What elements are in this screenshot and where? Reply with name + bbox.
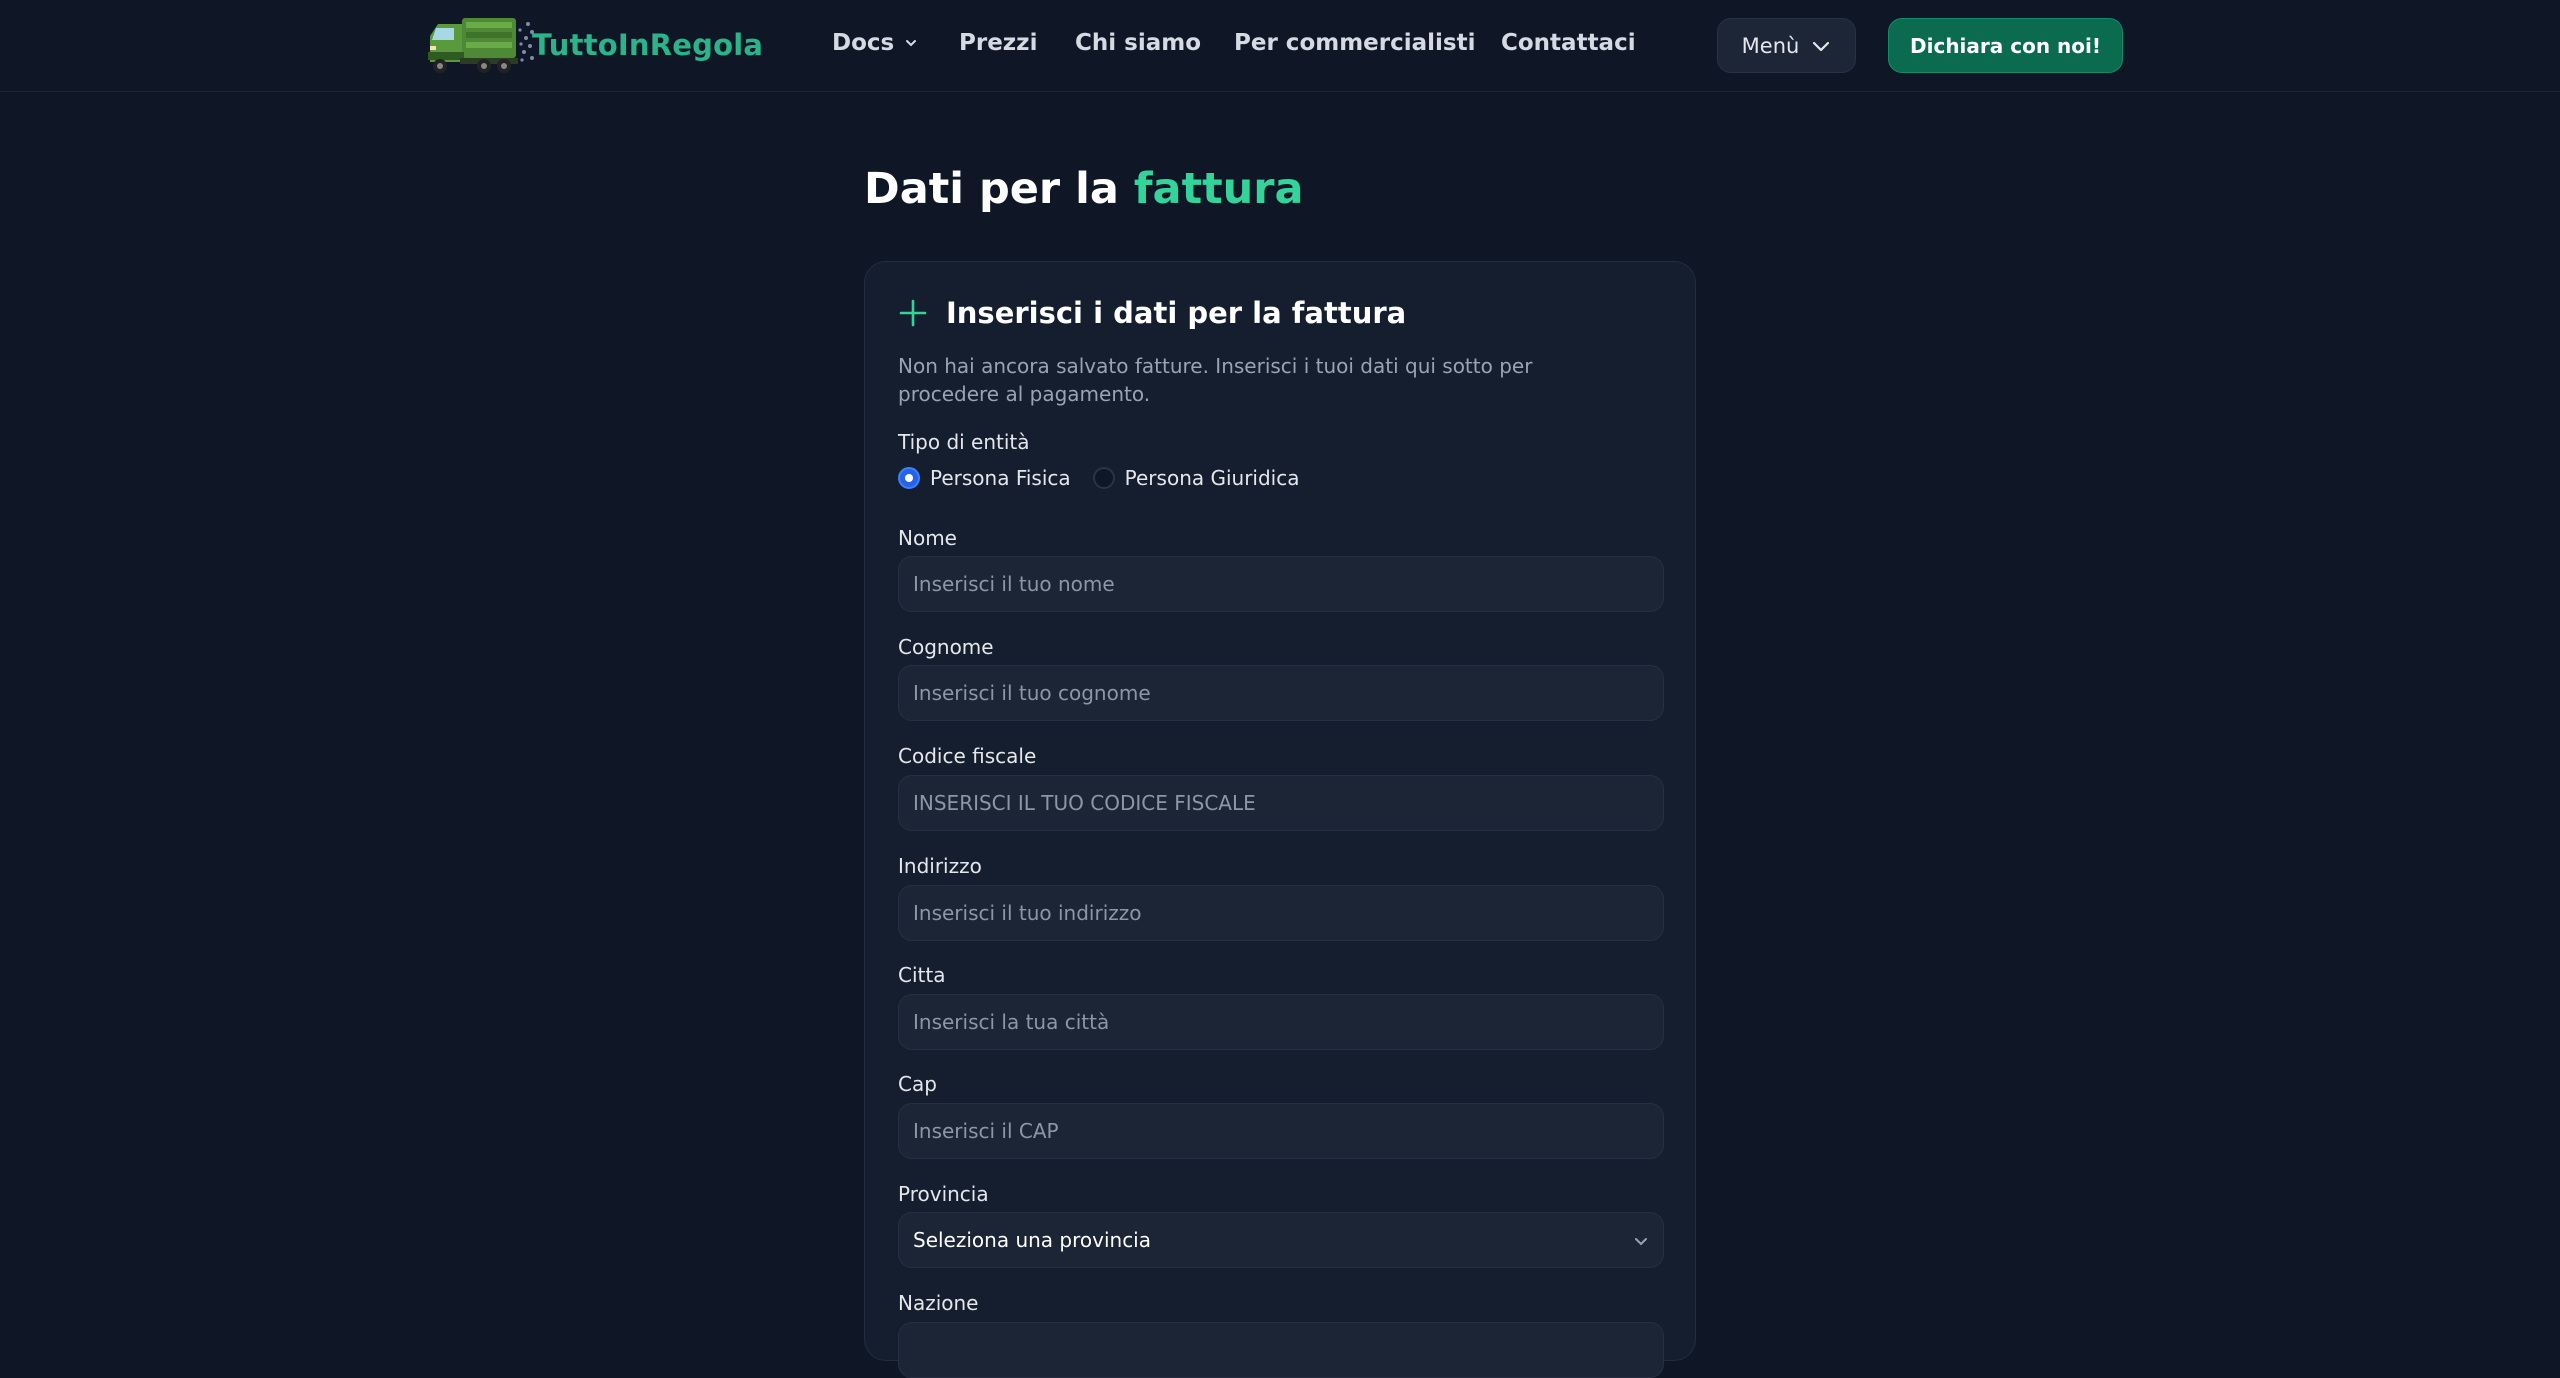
radio-persona-giuridica[interactable]: Persona Giuridica (1092, 466, 1300, 490)
chevron-down-icon (1635, 1238, 1647, 1246)
page-title: Dati per la fattura (864, 164, 1304, 214)
page-title-prefix: Dati per la (864, 164, 1119, 214)
plus-icon (899, 299, 927, 327)
truck-logo-icon (428, 18, 534, 73)
chevron-down-icon (1813, 41, 1830, 51)
radio-persona-fisica[interactable]: Persona Fisica (898, 466, 1071, 490)
provincia-label: Provincia (898, 1182, 989, 1206)
cognome-input[interactable] (898, 665, 1664, 721)
page-title-accent: fattura (1133, 164, 1304, 214)
nazione-select[interactable] (898, 1322, 1664, 1378)
invoice-form-card: Inserisci i dati per la fattura Non hai … (864, 261, 1696, 1378)
nav-contattaci[interactable]: Contattaci (1501, 30, 1636, 56)
card-header: Inserisci i dati per la fattura (898, 296, 1406, 330)
nome-input[interactable] (898, 556, 1664, 612)
codice-fiscale-label: Codice fiscale (898, 744, 1037, 768)
menu-button[interactable]: Menù (1717, 18, 1856, 73)
cap-input[interactable] (898, 1103, 1664, 1159)
card-description: Non hai ancora salvato fatture. Inserisc… (898, 354, 1533, 406)
brand-logo-link[interactable]: TuttoInRegola (424, 12, 763, 78)
cognome-label: Cognome (898, 635, 994, 659)
cap-label: Cap (898, 1072, 937, 1096)
nav-chi-siamo[interactable]: Chi siamo (1075, 30, 1201, 56)
provincia-selected-value: Seleziona una provincia (913, 1228, 1151, 1252)
nav-docs-label: Docs (832, 30, 895, 56)
cta-button-label: Dichiara con noi! (1910, 33, 2101, 58)
nav-prezzi[interactable]: Prezzi (959, 30, 1037, 56)
menu-button-label: Menù (1741, 33, 1800, 58)
indirizzo-label: Indirizzo (898, 854, 982, 878)
brand-name: TuttoInRegola (532, 28, 764, 62)
nav-per-commercialisti-label: Per commercialisti (1234, 30, 1476, 56)
card-title: Inserisci i dati per la fattura (946, 296, 1407, 330)
nav-contattaci-label: Contattaci (1501, 30, 1636, 56)
dichiara-con-noi-button[interactable]: Dichiara con noi! (1888, 18, 2123, 73)
entity-type-radio-group: Persona Fisica Persona Giuridica (898, 466, 1322, 490)
chevron-down-icon (906, 40, 917, 47)
nome-label: Nome (898, 526, 957, 550)
indirizzo-input[interactable] (898, 885, 1664, 941)
nav-prezzi-label: Prezzi (959, 30, 1038, 56)
nav-per-commercialisti[interactable]: Per commercialisti (1234, 30, 1476, 56)
nav-docs[interactable]: Docs (832, 30, 918, 56)
radio-persona-fisica-label: Persona Fisica (930, 466, 1071, 490)
radio-persona-giuridica-label: Persona Giuridica (1124, 466, 1300, 490)
radio-indicator-unchecked[interactable] (1092, 467, 1115, 489)
provincia-select[interactable]: Seleziona una provincia (898, 1212, 1664, 1268)
top-navbar: TuttoInRegola Docs Prezzi Chi siamo Per … (0, 0, 2560, 92)
nav-chi-siamo-label: Chi siamo (1075, 30, 1202, 56)
codice-fiscale-input[interactable] (898, 775, 1664, 831)
citta-label: Citta (898, 963, 946, 987)
entity-type-label: Tipo di entità (898, 430, 1030, 454)
nazione-label: Nazione (898, 1291, 979, 1315)
citta-input[interactable] (898, 994, 1664, 1050)
radio-indicator-checked[interactable] (898, 467, 920, 489)
